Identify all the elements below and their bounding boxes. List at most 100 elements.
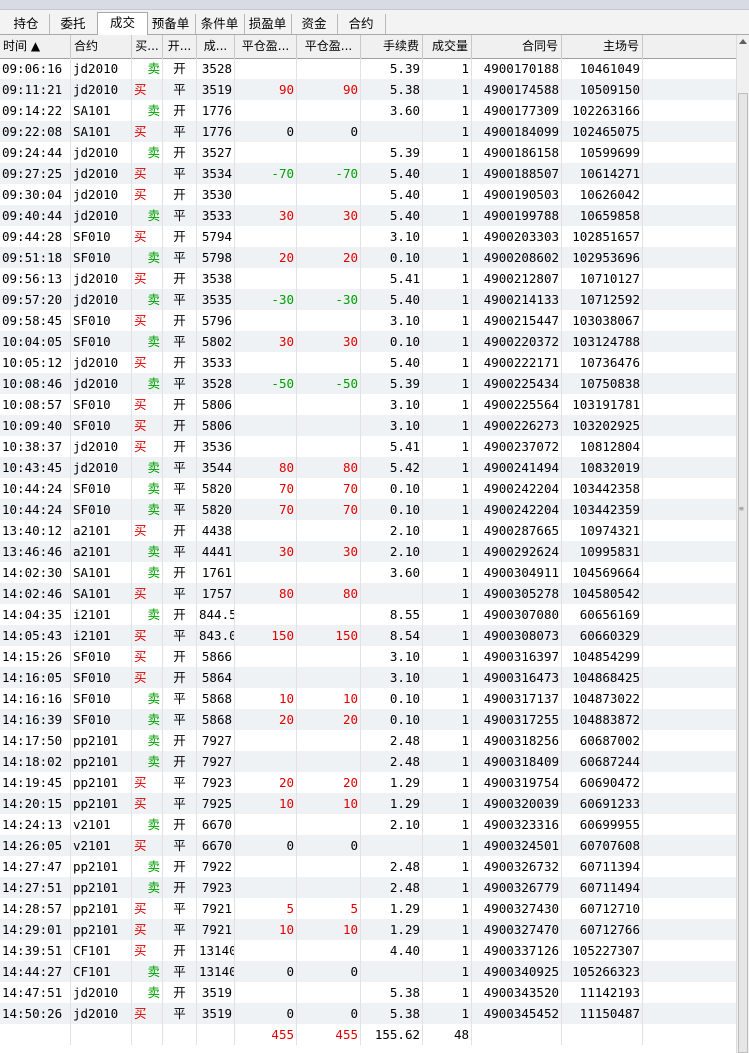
- table-row[interactable]: 14:47:51 jd2010 卖开 3519 5.38 1 4900343520 11142…: [0, 982, 736, 1003]
- table-row[interactable]: 10:43:45 jd2010 卖平 3544 80 80 5.42 1 4900241494 1…: [0, 457, 736, 478]
- table-row[interactable]: 14:16:05 SF010 买开 5864 3.10 1 4900316473 104868…: [0, 667, 736, 688]
- col-qty-header[interactable]: 成交量: [423, 35, 472, 58]
- col-order-no-cell: 4900304911: [472, 562, 562, 583]
- table-row[interactable]: 10:08:46 jd2010 卖平 3528 -50 -50 5.39 1 490022543…: [0, 373, 736, 394]
- col-close-pnl-1-cell: [235, 604, 297, 625]
- table-row[interactable]: 14:27:47 pp2101 卖开 7922 2.48 1 4900326732 60711…: [0, 856, 736, 877]
- col-order-no-cell: 4900222171: [472, 352, 562, 373]
- col-time-header[interactable]: 时间 ▲: [0, 35, 71, 58]
- table-row[interactable]: 14:29:01 pp2101 买平 7921 10 10 1.29 1 4900327470 6…: [0, 919, 736, 940]
- table-row[interactable]: 10:44:24 SF010 卖平 5820 70 70 0.10 1 4900242204 10…: [0, 499, 736, 520]
- table-row[interactable]: 09:51:18 SF010 卖平 5798 20 20 0.10 1 4900208602 10…: [0, 247, 736, 268]
- col-order-no-cell: 4900308073: [472, 625, 562, 646]
- tab-trades[interactable]: 成交: [97, 12, 148, 36]
- col-side-cell: 卖: [132, 499, 163, 520]
- table-row[interactable]: 09:30:04 jd2010 买开 3530 5.40 1 4900190503 10626…: [0, 184, 736, 205]
- vertical-scrollbar[interactable]: ≡: [736, 35, 749, 1053]
- table-row[interactable]: 14:19:45 pp2101 买平 7923 20 20 1.29 1 4900319754 6…: [0, 772, 736, 793]
- col-close-pnl-1-cell: [235, 520, 297, 541]
- col-close-pnl-1-cell: 0: [235, 835, 297, 856]
- tab-positions[interactable]: 持仓: [3, 14, 50, 34]
- col-close-pnl-2-cell: 10: [297, 688, 361, 709]
- col-contract-header[interactable]: 合约: [71, 35, 132, 58]
- table-row[interactable]: 10:04:05 SF010 卖平 5802 30 30 0.10 1 4900220372 10…: [0, 331, 736, 352]
- table-row[interactable]: 10:05:12 jd2010 买开 3533 5.40 1 4900222171 10736…: [0, 352, 736, 373]
- col-close-pnl-1-cell: 30: [235, 205, 297, 226]
- col-qty-cell: 1: [423, 835, 472, 856]
- table-row[interactable]: 14:04:35 i2101 卖开 844.5 8.55 1 4900307080 60656…: [0, 604, 736, 625]
- table-row[interactable]: 14:02:30 SA101 卖开 1761 3.60 1 4900304911 104569…: [0, 562, 736, 583]
- table-row[interactable]: 09:27:25 jd2010 买平 3534 -70 -70 5.40 1 490018850…: [0, 163, 736, 184]
- table-row[interactable]: 14:05:43 i2101 买平 843.0 150 150 8.54 1 490030807…: [0, 625, 736, 646]
- col-side-header[interactable]: 买...: [132, 35, 163, 58]
- table-row[interactable]: 09:58:45 SF010 买开 5796 3.10 1 4900215447 103038…: [0, 310, 736, 331]
- trade-grid: 时间 ▲ 合约 买... 开... 成... 平仓盈... 平仓盈... 手续费 成交量 合同号主…: [0, 35, 736, 1053]
- table-row[interactable]: 09:11:21 jd2010 买平 3519 90 90 5.38 1 4900174588 1…: [0, 79, 736, 100]
- col-fee-cell: 2.10: [361, 814, 423, 835]
- table-row[interactable]: 09:24:44 jd2010 卖开 3527 5.39 1 4900186158 10599…: [0, 142, 736, 163]
- col-fee-header[interactable]: 手续费: [361, 35, 423, 58]
- table-row[interactable]: 09:06:16 jd2010 卖开 3528 5.39 1 4900170188 10461…: [0, 58, 736, 79]
- table-row[interactable]: 14:27:51 pp2101 卖开 7923 2.48 1 4900326779 60711…: [0, 877, 736, 898]
- table-row[interactable]: 10:38:37 jd2010 买开 3536 5.41 1 4900237072 10812…: [0, 436, 736, 457]
- col-openclose-header[interactable]: 开...: [163, 35, 197, 58]
- tab-orders[interactable]: 委托: [49, 14, 98, 34]
- col-order-no-cell: 4900318409: [472, 751, 562, 772]
- col-price-cell: 3519: [197, 79, 235, 100]
- col-time-cell: 10:44:24: [0, 499, 71, 520]
- col-exchange-no-cell: 104873022: [562, 688, 643, 709]
- table-row[interactable]: 14:24:13 v2101 卖开 6670 2.10 1 4900323316 606999…: [0, 814, 736, 835]
- table-row[interactable]: 10:08:57 SF010 买开 5806 3.10 1 4900225564 103191…: [0, 394, 736, 415]
- table-row[interactable]: 14:28:57 pp2101 买平 7921 5 5 1.29 1 4900327430 607…: [0, 898, 736, 919]
- table-row[interactable]: 10:09:40 SF010 买开 5806 3.10 1 4900226273 103202…: [0, 415, 736, 436]
- col-side-cell: 买: [132, 520, 163, 541]
- table-row[interactable]: 09:22:08 SA101 买平 1776 0 0 1 4900184099 10246507…: [0, 121, 736, 142]
- table-row[interactable]: 14:26:05 v2101 买平 6670 0 0 1 4900324501 60707608: [0, 835, 736, 856]
- col-exchange-no-cell: 10712592: [562, 289, 643, 310]
- table-row[interactable]: 14:16:39 SF010 卖平 5868 20 20 0.10 1 4900317255 10…: [0, 709, 736, 730]
- table-row[interactable]: 14:44:27 CF101 卖平 13140 0 0 1 4900340925 1052663…: [0, 961, 736, 982]
- tab-funds[interactable]: 资金: [291, 14, 338, 34]
- table-row[interactable]: 13:46:46 a2101 卖平 4441 30 30 2.10 1 4900292624 10…: [0, 541, 736, 562]
- col-exchange-no-header[interactable]: 主场号: [562, 35, 643, 58]
- table-row[interactable]: 09:40:44 jd2010 卖平 3533 30 30 5.40 1 4900199788 1…: [0, 205, 736, 226]
- col-contract-cell: pp2101: [71, 877, 132, 898]
- table-row[interactable]: 09:14:22 SA101 卖开 1776 3.60 1 4900177309 102263…: [0, 100, 736, 121]
- table-row[interactable]: 09:57:20 jd2010 卖平 3535 -30 -30 5.40 1 490021413…: [0, 289, 736, 310]
- table-row[interactable]: 09:56:13 jd2010 买开 3538 5.41 1 4900212807 10710…: [0, 268, 736, 289]
- col-close-pnl-1-cell: 20: [235, 709, 297, 730]
- col-exchange-no-cell: 60699955: [562, 814, 643, 835]
- tab-contracts[interactable]: 合约: [337, 14, 386, 34]
- col-close-pnl-2-cell: [297, 394, 361, 415]
- table-row[interactable]: 10:44:24 SF010 卖平 5820 70 70 0.10 1 4900242204 10…: [0, 478, 736, 499]
- col-close-pnl-1-header[interactable]: 平仓盈...: [235, 35, 297, 58]
- table-row[interactable]: 13:40:12 a2101 买开 4438 2.10 1 4900287665 109743…: [0, 520, 736, 541]
- table-row[interactable]: 14:50:26 jd2010 买平 3519 0 0 5.38 1 4900345452 111…: [0, 1003, 736, 1024]
- col-order-no-cell: 4900316397: [472, 646, 562, 667]
- col-side-cell: 卖: [132, 814, 163, 835]
- tab-stop-profit[interactable]: 损盈单: [244, 14, 292, 34]
- table-row[interactable]: 14:17:50 pp2101 卖开 7927 2.48 1 4900318256 60687…: [0, 730, 736, 751]
- col-contract-cell: SF010: [71, 331, 132, 352]
- table-row[interactable]: 14:39:51 CF101 买开 13140 4.40 1 4900337126 10522…: [0, 940, 736, 961]
- table-row[interactable]: 14:20:15 pp2101 买平 7925 10 10 1.29 1 4900320039 6…: [0, 793, 736, 814]
- table-row[interactable]: 14:15:26 SF010 买开 5866 3.10 1 4900316397 104854…: [0, 646, 736, 667]
- tab-conditional[interactable]: 条件单: [195, 14, 245, 34]
- table-row[interactable]: 14:18:02 pp2101 卖开 7927 2.48 1 4900318409 60687…: [0, 751, 736, 772]
- col-contract-cell: jd2010: [71, 268, 132, 289]
- col-price-header[interactable]: 成...: [197, 35, 235, 58]
- scroll-thumb[interactable]: [738, 93, 748, 1053]
- col-side-cell: 买: [132, 121, 163, 142]
- tab-prepared[interactable]: 预备单: [146, 14, 196, 34]
- col-order-no-header[interactable]: 合同号: [472, 35, 562, 58]
- col-close-pnl-2-header[interactable]: 平仓盈...: [297, 35, 361, 58]
- col-close-pnl-1-cell: [235, 394, 297, 415]
- table-row[interactable]: 14:02:46 SA101 买平 1757 80 80 1 4900305278 104580…: [0, 583, 736, 604]
- col-qty-cell: 1: [423, 457, 472, 478]
- col-exchange-no-cell: 10599699: [562, 142, 643, 163]
- col-contract-cell: SA101: [71, 121, 132, 142]
- scroll-up-arrow-icon[interactable]: [737, 35, 749, 49]
- table-row[interactable]: 09:44:28 SF010 买开 5794 3.10 1 4900203303 102851…: [0, 226, 736, 247]
- table-row[interactable]: 14:16:16 SF010 卖平 5868 10 10 0.10 1 4900317137 10…: [0, 688, 736, 709]
- col-fee-cell: 2.48: [361, 877, 423, 898]
